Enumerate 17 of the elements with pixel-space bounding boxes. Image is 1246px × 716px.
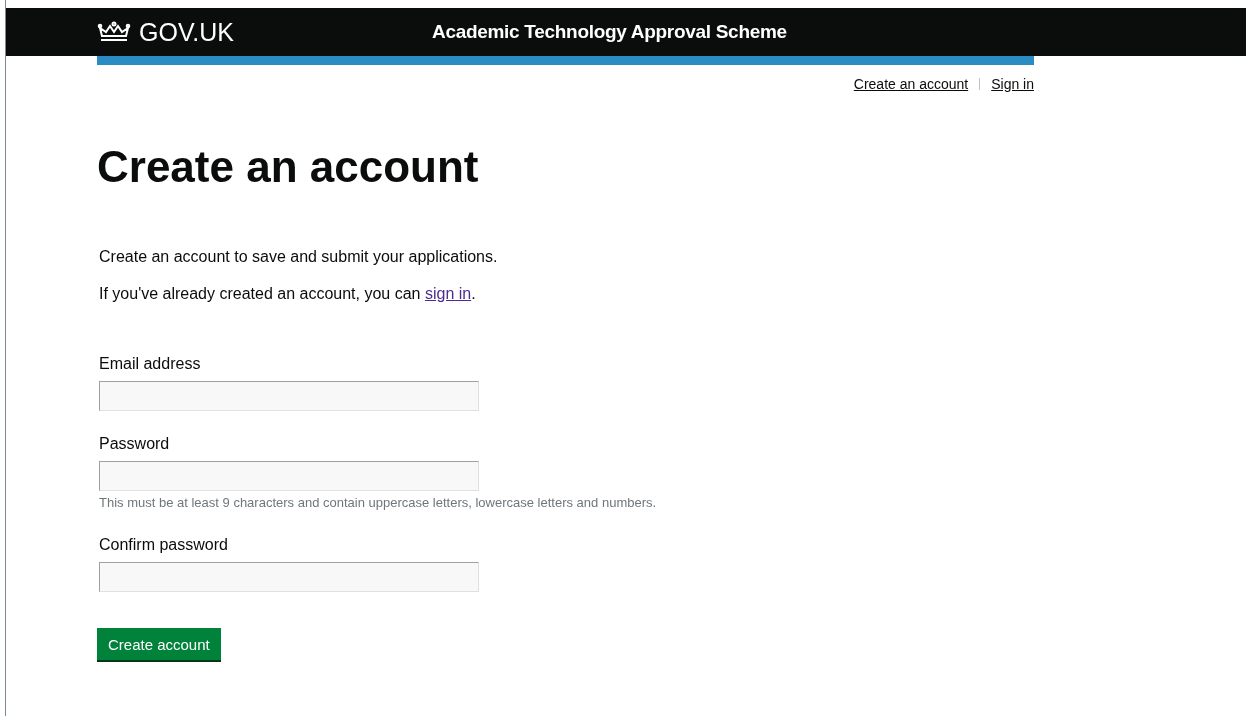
field-hint: This must be at least 9 characters and contain uppercase letters, lowercase letters and numbers. — [99, 495, 658, 512]
sign-in-note: If you've already created an account, you can sign in. — [99, 285, 477, 303]
field-label: Password — [99, 435, 170, 453]
sign-in-link[interactable]: sign in — [424, 285, 472, 302]
intro-text: Create an account to save and submit your applications. — [99, 248, 499, 266]
input-field[interactable] — [99, 381, 479, 411]
service-name[interactable]: Academic Technology Approval Scheme — [432, 21, 787, 43]
input-field[interactable] — [99, 461, 479, 491]
input-field[interactable] — [99, 561, 479, 592]
field-label: Email address — [99, 355, 201, 373]
account-link[interactable]: Sign in — [991, 76, 1034, 92]
create-account-button[interactable]: Create account — [97, 627, 221, 662]
gov-uk-logo[interactable]: GOV.UK — [139, 17, 234, 47]
page-heading: Create an account — [97, 142, 480, 192]
account-link[interactable]: Create an account — [853, 76, 969, 92]
field-label: Confirm password — [99, 535, 228, 554]
crown-icon — [97, 20, 131, 44]
